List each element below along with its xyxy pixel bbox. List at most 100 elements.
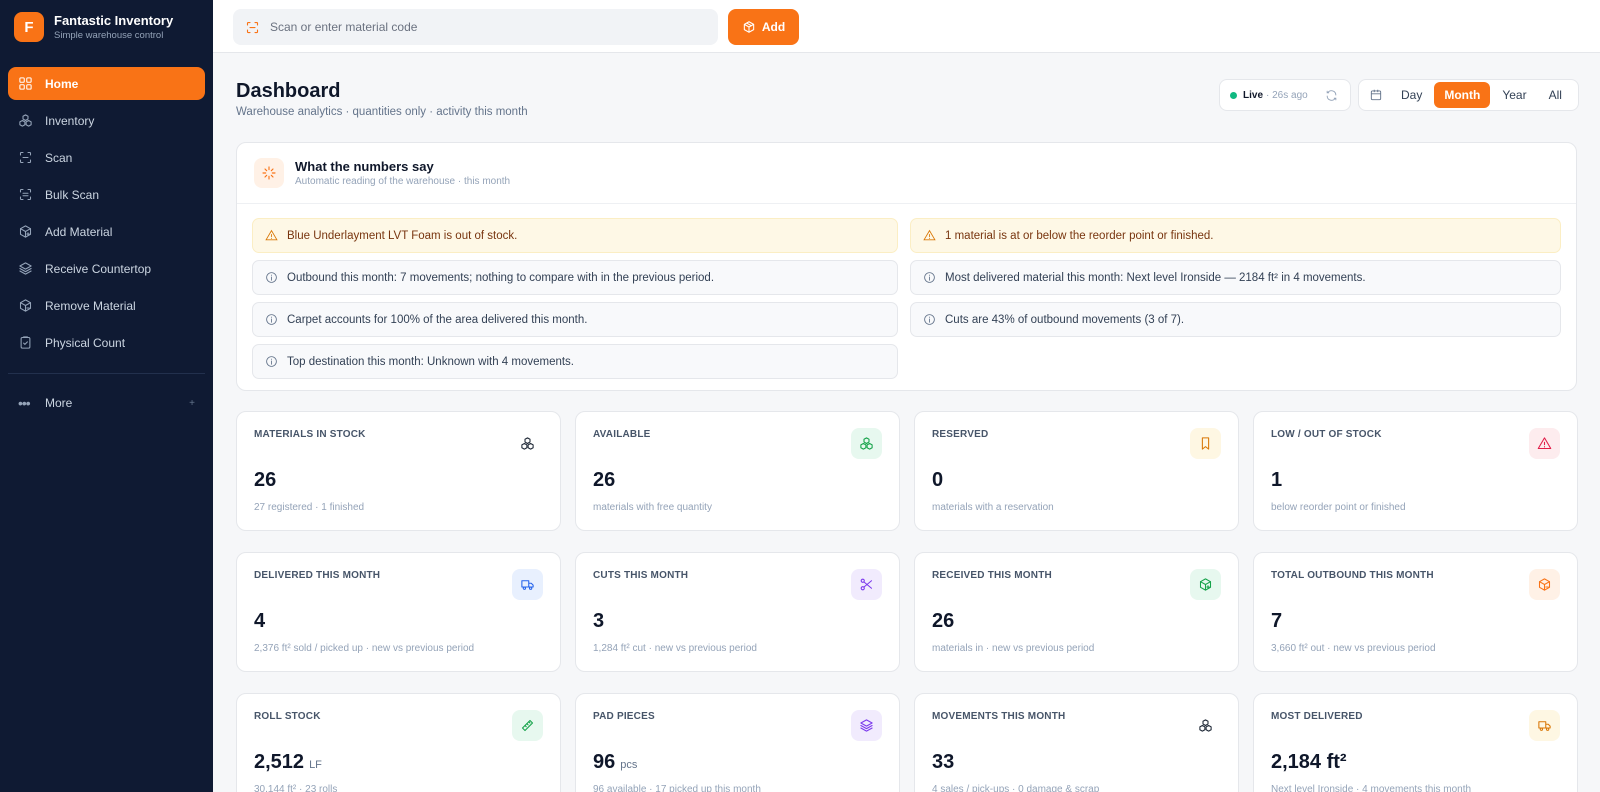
boxes-icon	[1190, 710, 1221, 741]
add-button[interactable]: Add	[728, 9, 799, 45]
info-icon	[924, 314, 935, 325]
sidebar-more-label: More	[45, 396, 73, 410]
sidebar-item-add-material[interactable]: Add Material	[8, 215, 205, 248]
insights-panel: What the numbers say Automatic reading o…	[236, 142, 1577, 391]
insight-text: Carpet accounts for 100% of the area del…	[287, 313, 588, 326]
brand-logo: F	[14, 12, 44, 42]
kpi-note: 27 registered · 1 finished	[254, 502, 365, 513]
period-day-button[interactable]: Day	[1391, 82, 1432, 108]
sidebar-item-label: Bulk Scan	[45, 187, 100, 202]
period-month-button[interactable]: Month	[1434, 82, 1491, 108]
boxes-icon	[512, 428, 543, 459]
info-icon	[266, 272, 277, 283]
kpi-note: Next level Ironside · 4 movements this m…	[1271, 784, 1472, 792]
kpi-card-cuts-this-month[interactable]: CUTS THIS MONTH 3 1,284 ft² cut · new vs…	[575, 552, 900, 672]
info-icon	[266, 314, 277, 325]
insight-item: Outbound this month: 7 movements; nothin…	[252, 260, 898, 295]
brand[interactable]: F Fantastic Inventory Simple warehouse c…	[0, 0, 213, 54]
insight-text: Most delivered material this month: Next…	[945, 271, 1366, 284]
kpi-card-received-this-month[interactable]: RECEIVED THIS MONTH 26 materials in · ne…	[914, 552, 1239, 672]
bookmark-icon	[1190, 428, 1221, 459]
kpi-number: 3	[593, 610, 605, 632]
kpi-unit: LF	[309, 759, 322, 771]
page-subtitle: Warehouse analytics · quantities only · …	[236, 106, 528, 118]
period-selector: Day Month Year All	[1358, 79, 1579, 111]
sidebar-item-inventory[interactable]: Inventory	[8, 104, 205, 137]
kpi-value: 7	[1271, 610, 1282, 633]
kpi-label: MOVEMENTS THIS MONTH	[932, 711, 1066, 722]
scan-icon	[19, 151, 32, 164]
kpi-value: 2,184 ft²	[1271, 751, 1347, 774]
sidebar: F Fantastic Inventory Simple warehouse c…	[0, 0, 213, 792]
scan-icon	[246, 21, 259, 33]
search-input[interactable]	[270, 20, 690, 34]
sidebar-item-remove-material[interactable]: Remove Material	[8, 289, 205, 322]
kpi-note: 2,376 ft² sold / picked up · new vs prev…	[254, 643, 475, 654]
kpi-card-roll-stock[interactable]: ROLL STOCK 2,512 LF 30,144 ft² · 23 rolls	[236, 693, 561, 792]
kpi-card-available[interactable]: AVAILABLE 26 materials with free quantit…	[575, 411, 900, 531]
kpi-card-most-delivered[interactable]: MOST DELIVERED 2,184 ft² Next level Iron…	[1253, 693, 1578, 792]
kpi-number: 96	[593, 751, 616, 773]
kpi-number: 33	[932, 751, 955, 773]
kpi-note: 3,660 ft² out · new vs previous period	[1271, 643, 1436, 654]
sidebar-item-label: Physical Count	[45, 335, 126, 350]
more-dots-icon: •••	[18, 395, 31, 411]
calendar-icon	[1370, 89, 1382, 101]
kpi-note: materials with free quantity	[593, 502, 712, 513]
kpi-value: 0	[932, 469, 943, 492]
kpi-note: 96 available · 17 picked up this month	[593, 784, 761, 792]
kpi-number: 1	[1271, 469, 1283, 491]
insight-item: 1 material is at or below the reorder po…	[910, 218, 1561, 253]
kpi-value: 3	[593, 610, 604, 633]
kpi-card-reserved[interactable]: RESERVED 0 materials with a reservation	[914, 411, 1239, 531]
insights-subtitle: Automatic reading of the warehouse · thi…	[295, 175, 511, 187]
kpi-label: MOST DELIVERED	[1271, 711, 1363, 722]
kpi-note: materials with a reservation	[932, 502, 1054, 513]
sidebar-item-bulk-scan[interactable]: Bulk Scan	[8, 178, 205, 211]
kpi-number: 26	[593, 469, 616, 491]
live-status: Live · 26s ago	[1219, 79, 1351, 111]
insight-text: Blue Underlayment LVT Foam is out of sto…	[287, 229, 518, 242]
kpi-card-total-outbound[interactable]: TOTAL OUTBOUND THIS MONTH 7 3,660 ft² ou…	[1253, 552, 1578, 672]
kpi-card-materials-in-stock[interactable]: MATERIALS IN STOCK 26 27 registered · 1 …	[236, 411, 561, 531]
sidebar-item-label: Add Material	[45, 224, 113, 239]
insight-item: Cuts are 43% of outbound movements (3 of…	[910, 302, 1561, 337]
grid-icon	[19, 77, 32, 90]
kpi-card-pad-pieces[interactable]: PAD PIECES 96 pcs 96 available · 17 picke…	[575, 693, 900, 792]
boxes-icon	[19, 114, 32, 127]
kpi-card-movements-this-month[interactable]: MOVEMENTS THIS MONTH 33 4 sales / pick-u…	[914, 693, 1239, 792]
insights-list: Blue Underlayment LVT Foam is out of sto…	[252, 218, 1561, 379]
refresh-icon[interactable]	[1325, 89, 1338, 102]
brand-name: Fantastic Inventory	[54, 12, 174, 28]
kpi-value: 26	[254, 469, 276, 492]
kpi-card-low-out-of-stock[interactable]: LOW / OUT OF STOCK 1 below reorder point…	[1253, 411, 1578, 531]
kpi-note: 4 sales / pick-ups · 0 damage & scrap	[932, 784, 1100, 792]
insight-item: Carpet accounts for 100% of the area del…	[252, 302, 898, 337]
sidebar-more-toggle[interactable]: ••• More +	[0, 388, 213, 418]
search-bar[interactable]	[233, 9, 718, 45]
sidebar-item-home[interactable]: Home	[8, 67, 205, 100]
kpi-cards: MATERIALS IN STOCK 26 27 registered · 1 …	[236, 411, 1578, 792]
kpi-card-delivered-this-month[interactable]: DELIVERED THIS MONTH 4 2,376 ft² sold / …	[236, 552, 561, 672]
kpi-number: 4	[254, 610, 266, 632]
kpi-number: 0	[932, 469, 944, 491]
period-all-button[interactable]: All	[1539, 82, 1572, 108]
package-plus-icon	[1190, 569, 1221, 600]
kpi-label: TOTAL OUTBOUND THIS MONTH	[1271, 570, 1434, 581]
expand-plus-icon: +	[189, 397, 195, 409]
clipboard-check-icon	[20, 336, 31, 349]
package-minus-icon	[1529, 569, 1560, 600]
sidebar-item-receive-countertop[interactable]: Receive Countertop	[8, 252, 205, 285]
sidebar-item-physical-count[interactable]: Physical Count	[8, 326, 205, 359]
alert-triangle-icon	[1529, 428, 1560, 459]
period-year-button[interactable]: Year	[1492, 82, 1536, 108]
insight-text: 1 material is at or below the reorder po…	[945, 229, 1214, 242]
truck-icon	[512, 569, 543, 600]
sidebar-item-scan[interactable]: Scan	[8, 141, 205, 174]
topbar: Add	[213, 0, 1600, 53]
kpi-label: RESERVED	[932, 429, 989, 440]
layers-icon	[19, 262, 32, 275]
kpi-value: 26	[932, 610, 954, 633]
kpi-note: materials in · new vs previous period	[932, 643, 1095, 654]
sidebar-item-label: Inventory	[45, 113, 95, 128]
